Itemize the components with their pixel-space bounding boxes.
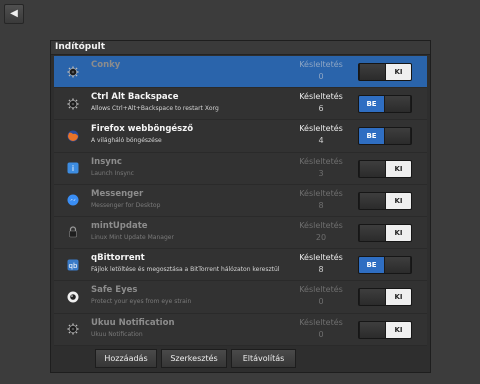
edit-button[interactable]: Szerkesztés [161, 349, 227, 368]
item-name: Insync [91, 156, 122, 167]
delay-value: 6 [318, 104, 324, 114]
delay-label: Késleltetés [299, 285, 343, 295]
toggle-knob [384, 257, 411, 274]
item-name: qBittorrent [91, 253, 145, 264]
toggle-state-label: BE [359, 128, 384, 145]
item-description: Fájlok letöltése és megosztása a BitTorr… [91, 266, 280, 274]
delay-value: 4 [318, 136, 324, 146]
item-name: Firefox webböngésző [91, 124, 194, 135]
enable-toggle[interactable]: KI [358, 159, 412, 178]
enable-toggle[interactable]: KI [358, 63, 412, 81]
toggle-state-label: KI [386, 192, 411, 209]
delay-value: 0 [318, 329, 324, 339]
item-description: Protect your eyes from eye strain [91, 298, 192, 306]
qbittorrent-icon: qb [66, 258, 79, 271]
enable-toggle[interactable]: BE [358, 95, 412, 114]
firefox-icon [66, 129, 79, 142]
item-name: Conky [91, 60, 121, 70]
back-button[interactable]: ◀ [4, 4, 24, 24]
footer-toolbar: Hozzáadás Szerkesztés Eltávolítás [95, 349, 383, 368]
toggle-knob [359, 321, 386, 338]
list-item[interactable]: Ukuu Notification Ukuu Notification Késlel… [54, 313, 427, 346]
startup-panel: Indítópult Conky Késleltetés 0 KI Ctrl Alt B… [50, 40, 431, 373]
toggle-knob [384, 96, 411, 113]
gear-icon [66, 65, 79, 78]
item-description: Launch Insync [91, 169, 134, 177]
toggle-state-label: BE [359, 96, 384, 113]
toggle-state-label: KI [386, 289, 411, 306]
delay-value: 8 [318, 265, 324, 275]
list-item[interactable]: Messenger Messenger for Desktop Késlelteté… [54, 184, 427, 217]
item-name: Ctrl Alt Backspace [91, 92, 179, 103]
enable-toggle[interactable]: KI [358, 191, 412, 210]
list-item[interactable]: Conky Késleltetés 0 KI [54, 56, 427, 89]
toggle-knob [359, 192, 386, 209]
delay-label: Késleltetés [299, 156, 343, 166]
enable-toggle[interactable]: KI [358, 320, 412, 339]
delay-label: Késleltetés [299, 60, 343, 69]
toggle-knob [359, 289, 386, 306]
eye-icon [66, 290, 79, 303]
toggle-knob [359, 64, 386, 80]
toggle-state-label: KI [386, 224, 411, 241]
toggle-state-label: KI [386, 160, 411, 177]
delay-label: Késleltetés [299, 92, 343, 102]
delay-label: Késleltetés [299, 220, 343, 230]
add-button[interactable]: Hozzáadás [95, 349, 157, 368]
remove-button[interactable]: Eltávolítás [231, 349, 296, 368]
toggle-state-label: BE [359, 257, 384, 274]
lock-icon [66, 226, 79, 239]
delay-label: Késleltetés [299, 188, 343, 198]
item-name: Ukuu Notification [91, 317, 175, 328]
list-item[interactable]: qb qBittorrent Fájlok letöltése és megoszt… [54, 249, 427, 282]
messenger-icon [66, 194, 79, 207]
delay-label: Késleltetés [299, 317, 343, 327]
gear-icon [66, 323, 79, 336]
enable-toggle[interactable]: BE [358, 256, 412, 275]
list-item[interactable]: Safe Eyes Protect your eyes from eye stra… [54, 281, 427, 314]
item-name: Messenger [91, 188, 144, 199]
insync-icon: i [66, 162, 79, 175]
delay-label: Késleltetés [299, 124, 343, 134]
toggle-knob [359, 160, 386, 177]
delay-value: 3 [318, 168, 324, 178]
item-description: Messenger for Desktop [91, 201, 161, 209]
enable-toggle[interactable]: KI [358, 223, 412, 242]
delay-value: 0 [318, 297, 324, 307]
delay-value: 8 [318, 200, 324, 210]
item-description: Allows Ctrl+Alt+Backspace to restart Xor… [91, 105, 219, 113]
enable-toggle[interactable]: BE [358, 127, 412, 146]
toggle-knob [359, 224, 386, 241]
item-name: Safe Eyes [91, 285, 138, 296]
svg-text:qb: qb [68, 262, 77, 270]
delay-label: Késleltetés [299, 253, 343, 263]
toggle-state-label: KI [386, 321, 411, 338]
item-description: Linux Mint Update Manager [91, 233, 174, 241]
list-item[interactable]: Ctrl Alt Backspace Allows Ctrl+Alt+Backsp… [54, 88, 427, 121]
toggle-state-label: KI [386, 64, 411, 80]
list-item[interactable]: i Insync Launch Insync Késleltetés 3 KI [54, 152, 427, 185]
enable-toggle[interactable]: KI [358, 288, 412, 307]
panel-title: Indítópult [51, 41, 430, 55]
list-item[interactable]: mintUpdate Linux Mint Update Manager Késle… [54, 216, 427, 250]
delay-value: 0 [318, 72, 324, 81]
startup-list: Conky Késleltetés 0 KI Ctrl Alt Backspace All… [54, 56, 427, 346]
svg-text:i: i [71, 164, 73, 173]
gear-icon [66, 97, 79, 110]
toggle-knob [384, 128, 411, 145]
delay-value: 20 [315, 232, 327, 242]
back-arrow-icon: ◀ [10, 8, 18, 19]
item-description: A világháló böngészése [91, 137, 162, 145]
item-name: mintUpdate [91, 220, 148, 231]
list-item[interactable]: Firefox webböngésző A világháló böngészés… [54, 120, 427, 153]
item-description: Ukuu Notification [91, 330, 143, 338]
